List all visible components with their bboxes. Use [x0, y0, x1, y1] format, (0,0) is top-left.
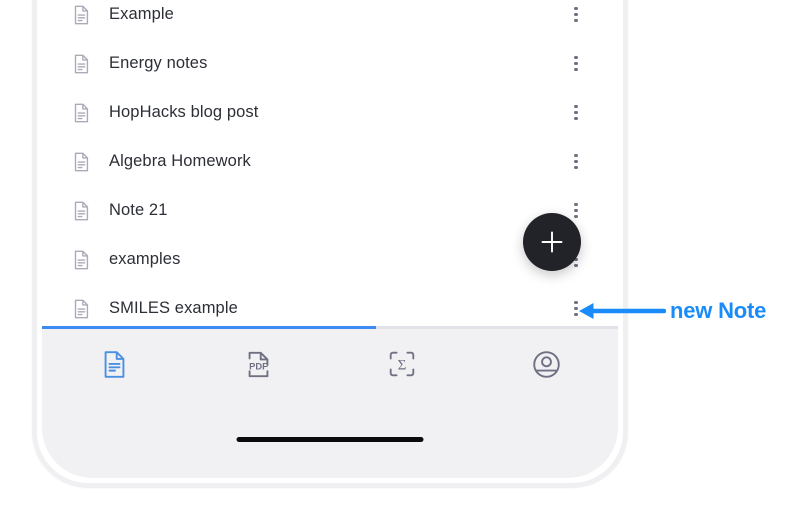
home-indicator[interactable]	[236, 437, 424, 442]
list-item-label: HopHacks blog post	[109, 103, 259, 121]
screenshot-canvas: Example Energy notes HopHacks blog post …	[0, 0, 800, 522]
pdf-file-icon: PDF	[248, 351, 268, 377]
kebab-menu-icon[interactable]	[566, 151, 586, 173]
tab-scan-formula[interactable]: Σ	[330, 329, 474, 399]
annotation-label: new Note	[670, 298, 767, 323]
note-list: Example Energy notes HopHacks blog post …	[42, 0, 618, 382]
list-item-label: examples	[109, 250, 181, 268]
document-icon	[104, 350, 124, 378]
document-icon	[74, 201, 89, 220]
list-item[interactable]: Example	[42, 0, 618, 39]
kebab-menu-icon[interactable]	[566, 53, 586, 75]
list-item-label: Example	[109, 5, 174, 23]
document-icon	[74, 5, 89, 24]
document-icon	[74, 299, 89, 318]
svg-text:PDF: PDF	[249, 361, 268, 371]
tab-notes[interactable]	[42, 329, 186, 399]
list-item[interactable]: HopHacks blog post	[42, 88, 618, 137]
document-icon	[74, 250, 89, 269]
document-icon	[74, 54, 89, 73]
svg-text:Σ: Σ	[398, 358, 407, 374]
list-item-label: SMILES example	[109, 299, 238, 317]
tab-bar: PDF Σ	[42, 329, 618, 399]
tab-profile[interactable]	[474, 329, 618, 399]
kebab-menu-icon[interactable]	[566, 102, 586, 124]
account-circle-icon	[532, 350, 560, 378]
phone-frame: Example Energy notes HopHacks blog post …	[32, 0, 628, 488]
document-icon	[74, 103, 89, 122]
list-item[interactable]: Energy notes	[42, 39, 618, 88]
plus-icon	[541, 231, 563, 253]
bottom-bar: PDF Σ	[42, 326, 618, 478]
list-item-label: Algebra Homework	[109, 152, 251, 170]
phone-screen: Example Energy notes HopHacks blog post …	[42, 0, 618, 478]
list-item-label: Energy notes	[109, 54, 208, 72]
new-note-fab-button[interactable]	[523, 213, 581, 271]
annotation-new-note: new Note	[576, 296, 766, 326]
list-item-label: Note 21	[109, 201, 168, 219]
tab-pdf[interactable]: PDF	[186, 329, 330, 399]
list-item[interactable]: Algebra Homework	[42, 137, 618, 186]
kebab-menu-icon[interactable]	[566, 4, 586, 26]
sigma-scan-icon: Σ	[389, 351, 415, 377]
arrow-left-icon	[579, 303, 666, 319]
document-icon	[74, 152, 89, 171]
